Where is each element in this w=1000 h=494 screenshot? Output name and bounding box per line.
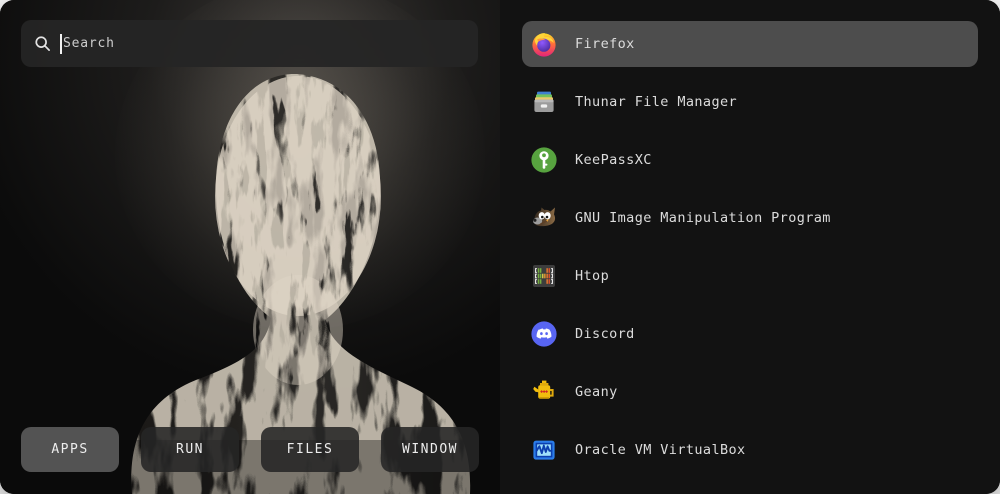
thunar-icon	[530, 88, 558, 116]
discord-icon	[530, 320, 558, 348]
app-label: Discord	[575, 326, 635, 342]
wallpaper-fiber-bust	[0, 0, 500, 494]
tab-label: RUN	[176, 442, 204, 457]
app-label: Geany	[575, 384, 618, 400]
app-list: Firefox Thunar File Manager KeePassXC	[500, 0, 1000, 494]
tab-window[interactable]: WINDOW	[381, 427, 479, 472]
text-cursor	[60, 34, 62, 54]
firefox-icon	[530, 30, 558, 58]
launcher-window: Search APPS RUN FILES WINDOW Firefox	[0, 0, 1000, 494]
tab-label: APPS	[51, 442, 88, 457]
app-row-firefox[interactable]: Firefox	[522, 21, 978, 67]
app-row-htop[interactable]: Htop	[522, 253, 978, 299]
tab-label: FILES	[287, 442, 334, 457]
left-panel: Search APPS RUN FILES WINDOW	[0, 0, 500, 494]
mode-tabs: APPS RUN FILES WINDOW	[21, 427, 479, 472]
htop-icon	[530, 262, 558, 290]
app-row-oracle-vm-virtualbox[interactable]: Oracle VM VirtualBox	[522, 427, 978, 473]
app-row-gnu-image-manipulation-program[interactable]: GNU Image Manipulation Program	[522, 195, 978, 241]
app-label: Thunar File Manager	[575, 94, 737, 110]
app-label: Firefox	[575, 36, 635, 52]
app-label: GNU Image Manipulation Program	[575, 210, 831, 226]
tab-run[interactable]: RUN	[141, 427, 239, 472]
app-label: Oracle VM VirtualBox	[575, 442, 746, 458]
virtualbox-icon	[530, 436, 558, 464]
tab-files[interactable]: FILES	[261, 427, 359, 472]
app-row-geany[interactable]: Geany	[522, 369, 978, 415]
gimp-icon	[530, 204, 558, 232]
search-icon	[34, 35, 51, 52]
tab-apps[interactable]: APPS	[21, 427, 119, 472]
keepassxc-icon	[530, 146, 558, 174]
app-label: Htop	[575, 268, 609, 284]
app-row-keepassxc[interactable]: KeePassXC	[522, 137, 978, 183]
search-input[interactable]: Search	[21, 20, 478, 67]
app-row-discord[interactable]: Discord	[522, 311, 978, 357]
geany-icon	[530, 378, 558, 406]
app-label: KeePassXC	[575, 152, 652, 168]
tab-label: WINDOW	[402, 442, 458, 457]
app-row-thunar-file-manager[interactable]: Thunar File Manager	[522, 79, 978, 125]
search-placeholder: Search	[63, 36, 115, 51]
